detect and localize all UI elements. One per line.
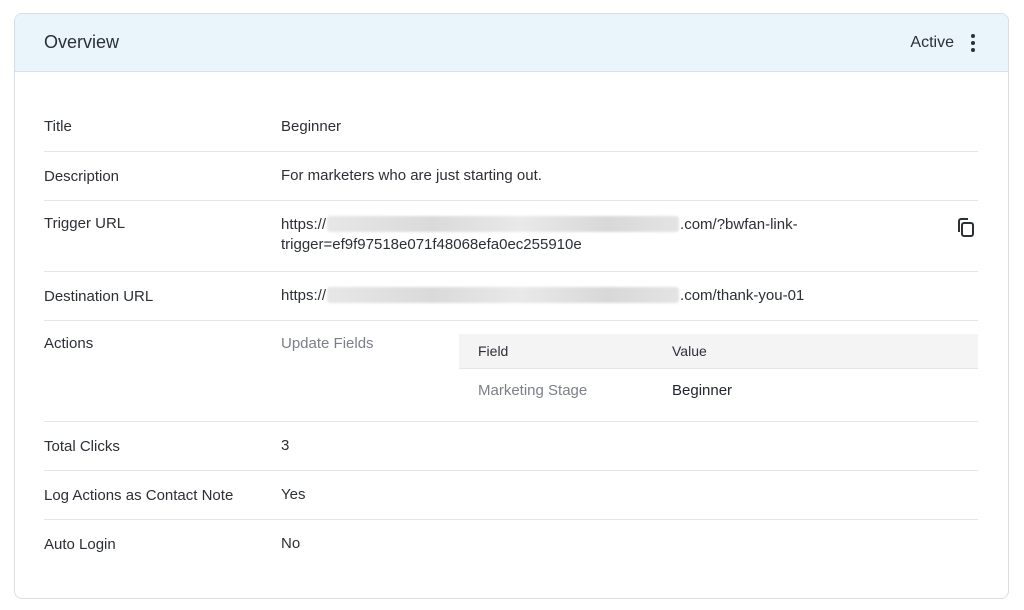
url-prefix: https:// — [281, 216, 327, 233]
detail-label: Trigger URL — [44, 215, 126, 232]
detail-label: Title — [44, 118, 72, 135]
detail-row-total-clicks: Total Clicks 3 — [44, 422, 978, 471]
detail-row-title: Title Beginner — [44, 102, 978, 152]
url-suffix: .com/?bwfan-link- — [680, 216, 798, 233]
detail-label: Auto Login — [44, 535, 116, 553]
details-list: Title Beginner Description For marketers… — [15, 72, 1008, 568]
copy-icon[interactable] — [956, 217, 976, 239]
detail-value: Beginner — [281, 117, 342, 135]
url-suffix-continued: trigger=ef9f97518e071f48068efa0ec255910e — [281, 236, 582, 253]
detail-label: Description — [44, 167, 120, 185]
detail-value: Yes — [281, 486, 306, 503]
field-cell: Marketing Stage — [478, 381, 588, 399]
action-name: Update Fields — [281, 335, 374, 352]
header-actions: Active — [910, 32, 978, 54]
destination-url-value: https:// .com/thank-you-01 — [281, 286, 978, 306]
detail-label: Destination URL — [44, 287, 154, 305]
column-header-value: Value — [672, 343, 707, 359]
redacted-domain — [327, 216, 680, 232]
detail-value: 3 — [281, 437, 290, 454]
fields-table: Field Value Marketing Stage Beginner — [459, 334, 978, 411]
detail-row-log-actions: Log Actions as Contact Note Yes — [44, 471, 978, 520]
detail-label: Total Clicks — [44, 437, 120, 455]
detail-row-auto-login: Auto Login No — [44, 520, 978, 568]
detail-value: For marketers who are just starting out. — [281, 167, 542, 184]
card-title: Overview — [44, 32, 120, 52]
column-header-field: Field — [478, 343, 509, 359]
card-header: Overview Active — [15, 14, 1008, 72]
status-label: Active — [910, 33, 954, 51]
kebab-menu-icon[interactable] — [968, 32, 978, 54]
detail-label: Actions — [44, 335, 94, 352]
url-prefix: https:// — [281, 287, 327, 304]
redacted-domain — [327, 287, 680, 303]
detail-row-trigger-url: Trigger URL https:// .com/?bwfan-link- tr… — [44, 201, 978, 272]
url-suffix: .com/thank-you-01 — [680, 287, 805, 304]
overview-card: Overview Active Title Beginner Descripti… — [14, 13, 1009, 599]
actions-value: Update Fields Field Value Marketing Stag… — [281, 334, 978, 411]
detail-value: No — [281, 535, 301, 552]
detail-row-actions: Actions Update Fields Field Value Market… — [44, 321, 978, 422]
detail-row-destination-url: Destination URL https:// .com/thank-you-0… — [44, 272, 978, 321]
fields-table-header: Field Value — [459, 334, 978, 369]
detail-row-description: Description For marketers who are just s… — [44, 152, 978, 201]
detail-label: Log Actions as Contact Note — [44, 486, 234, 504]
value-cell: Beginner — [672, 381, 733, 399]
table-row: Marketing Stage Beginner — [459, 369, 978, 411]
trigger-url-value: https:// .com/?bwfan-link- trigger=ef9f97… — [281, 215, 978, 255]
